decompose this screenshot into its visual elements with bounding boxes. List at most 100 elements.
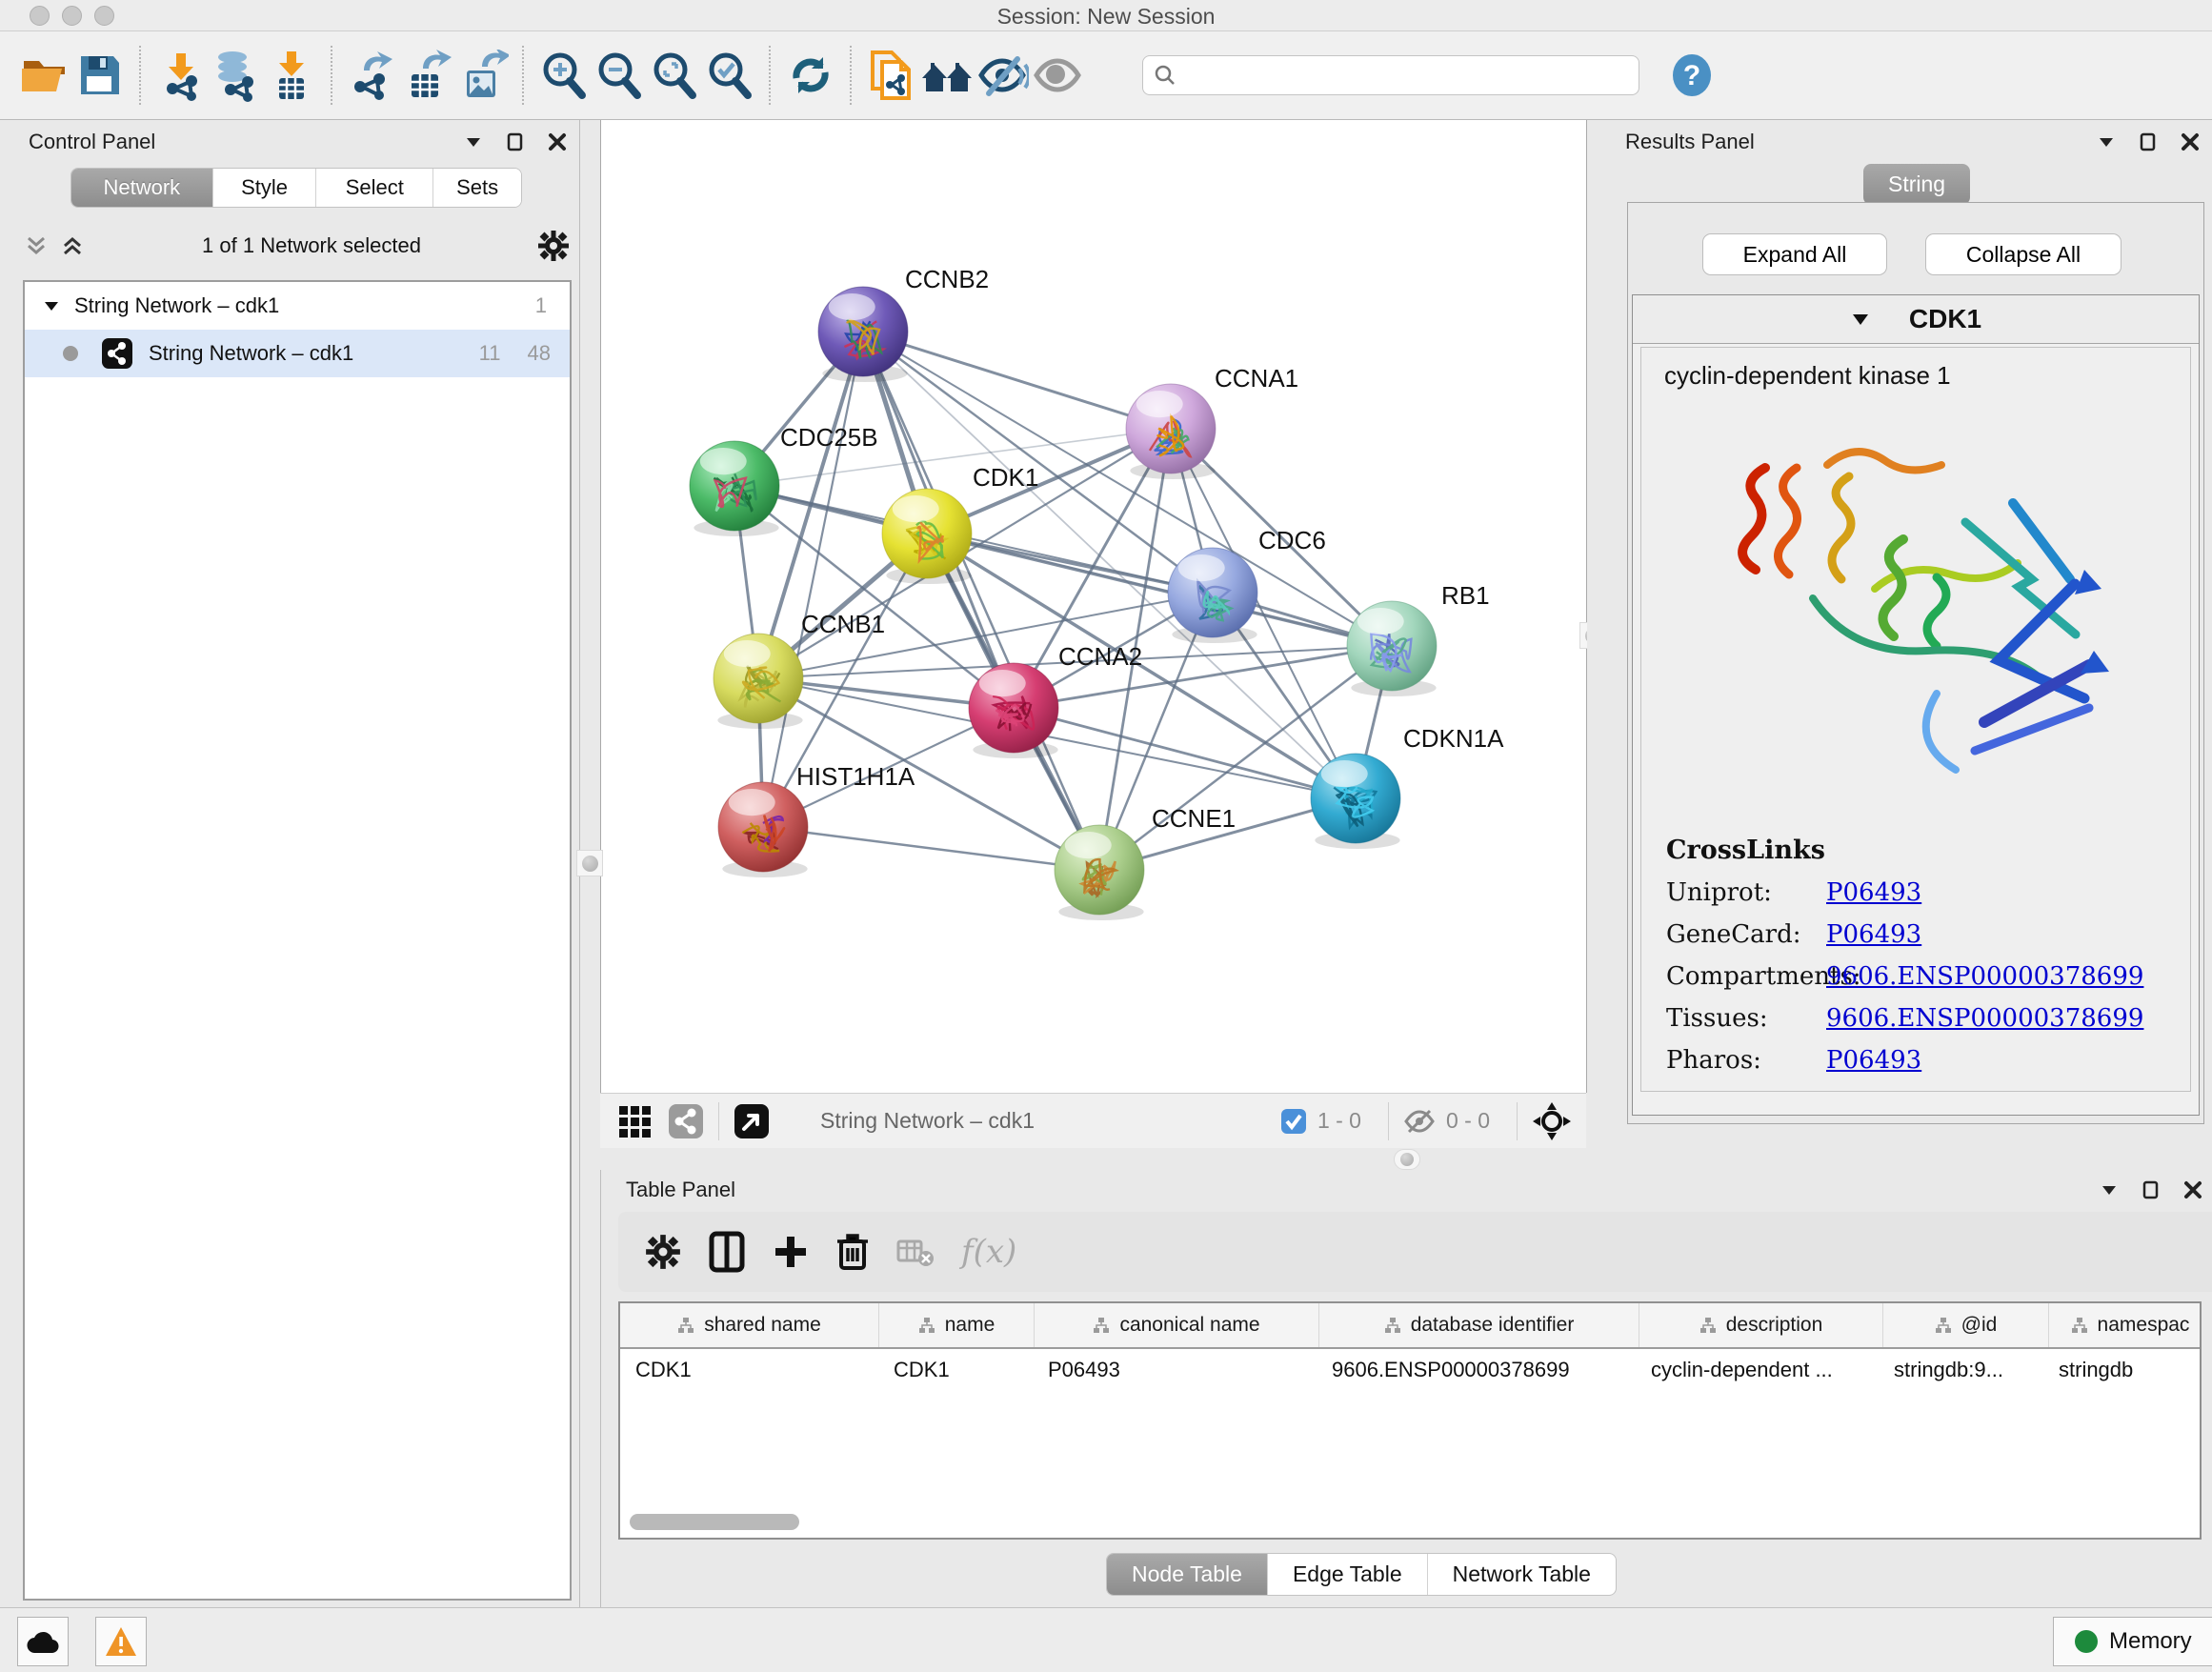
collapse-all-icon[interactable] <box>23 232 50 259</box>
crosslink-value-link[interactable]: P06493 <box>1826 878 1921 907</box>
crosslink-value-link[interactable]: 9606.ENSP00000378699 <box>1826 962 2143 991</box>
add-column-icon[interactable] <box>773 1234 809 1270</box>
zoom-out-icon[interactable] <box>592 48 647 103</box>
panel-menu-icon[interactable] <box>463 131 484 152</box>
birds-eye-view-icon[interactable] <box>1531 1100 1573 1142</box>
export-image-icon[interactable] <box>455 48 511 103</box>
help-icon[interactable]: ? <box>1664 48 1719 103</box>
import-network-icon[interactable] <box>153 48 209 103</box>
crosslink-label: Uniprot: <box>1666 878 1826 907</box>
crosslink-value-link[interactable]: P06493 <box>1826 920 1921 949</box>
zoom-selected-icon[interactable] <box>702 48 757 103</box>
table-row[interactable]: CDK1CDK1P064939606.ENSP00000378699cyclin… <box>620 1349 2200 1391</box>
zoom-in-icon[interactable] <box>536 48 592 103</box>
float-panel-icon[interactable] <box>2138 131 2159 152</box>
network-row-selected[interactable]: String Network – cdk1 11 48 <box>25 330 570 377</box>
export-network-icon[interactable] <box>345 48 400 103</box>
grid-view-icon[interactable] <box>615 1102 654 1140</box>
tab-sets[interactable]: Sets <box>433 169 521 207</box>
import-network-from-database-icon[interactable] <box>209 48 264 103</box>
left-splitter-handle[interactable] <box>576 850 603 876</box>
float-panel-icon[interactable] <box>2141 1179 2162 1200</box>
network-collection-row[interactable]: String Network – cdk1 1 <box>25 282 570 330</box>
close-panel-icon[interactable] <box>2180 131 2201 152</box>
column-header-database-identifier[interactable]: database identifier <box>1319 1303 1639 1347</box>
column-header--id[interactable]: @id <box>1883 1303 2049 1347</box>
memory-status-dot <box>2075 1630 2098 1653</box>
table-cell: CDK1 <box>620 1349 878 1391</box>
hidden-eye-icon <box>1402 1107 1437 1136</box>
column-type-icon <box>677 1317 694 1334</box>
horizontal-splitter-handle[interactable] <box>1394 1149 1420 1170</box>
selected-checkbox-icon[interactable] <box>1279 1107 1308 1136</box>
column-header-namespac[interactable]: namespac <box>2049 1303 2202 1347</box>
tree-expand-icon[interactable] <box>42 296 61 315</box>
network-node-ccna1[interactable]: CCNA1 <box>1126 364 1298 479</box>
node-label-ccnb2: CCNB2 <box>905 265 989 293</box>
network-status-dot <box>63 346 78 361</box>
network-node-hist1h1a[interactable]: HIST1H1A <box>718 762 915 877</box>
tab-edge-table[interactable]: Edge Table <box>1268 1554 1428 1595</box>
collection-count: 1 <box>535 293 547 318</box>
tab-style[interactable]: Style <box>213 169 317 207</box>
export-table-icon[interactable] <box>400 48 455 103</box>
tab-select[interactable]: Select <box>316 169 433 207</box>
crosslink-value-link[interactable]: P06493 <box>1826 1046 1921 1075</box>
entry-collapse-icon[interactable] <box>1850 309 1871 330</box>
network-canvas[interactable]: CCNB2CCNA1CDC25BCDK1CDC6RB1CCNB1CCNA2CDK… <box>600 120 1587 1093</box>
network-edge[interactable] <box>1014 708 1356 798</box>
network-edge[interactable] <box>863 332 1171 429</box>
column-header-description[interactable]: description <box>1639 1303 1883 1347</box>
show-columns-icon[interactable] <box>708 1231 746 1273</box>
collapse-all-button[interactable]: Collapse All <box>1925 233 2122 275</box>
network-edge[interactable] <box>763 827 1099 870</box>
panel-menu-icon[interactable] <box>2096 131 2117 152</box>
first-neighbors-icon[interactable] <box>919 48 975 103</box>
close-panel-icon[interactable] <box>2182 1179 2203 1200</box>
new-network-from-selection-icon[interactable] <box>864 48 919 103</box>
tab-string[interactable]: String <box>1863 164 1970 205</box>
network-edge[interactable] <box>863 332 1392 646</box>
control-panel-tabs: NetworkStyleSelectSets <box>70 168 522 208</box>
hide-selected-icon[interactable] <box>975 48 1030 103</box>
tab-node-table[interactable]: Node Table <box>1107 1554 1268 1595</box>
table-cell: 9606.ENSP00000378699 <box>1317 1349 1636 1391</box>
save-session-icon[interactable] <box>72 48 128 103</box>
network-node-ccne1[interactable]: CCNE1 <box>1055 804 1236 920</box>
zoom-fit-icon[interactable] <box>647 48 702 103</box>
expand-all-button[interactable]: Expand All <box>1702 233 1887 275</box>
network-options-gear-icon[interactable] <box>537 230 570 262</box>
warning-status-button[interactable] <box>95 1617 147 1666</box>
tab-network-table[interactable]: Network Table <box>1428 1554 1616 1595</box>
column-header-canonical-name[interactable]: canonical name <box>1035 1303 1319 1347</box>
refresh-icon[interactable] <box>783 48 838 103</box>
expand-all-icon[interactable] <box>59 232 86 259</box>
search-input[interactable] <box>1177 64 1600 88</box>
tab-network[interactable]: Network <box>71 169 213 207</box>
open-session-icon[interactable] <box>17 48 72 103</box>
network-node-ccnb1[interactable]: CCNB1 <box>714 610 885 729</box>
show-all-icon[interactable] <box>1030 48 1085 103</box>
network-edge[interactable] <box>763 332 863 827</box>
crosslink-label: GeneCard: <box>1666 920 1826 949</box>
column-header-shared-name[interactable]: shared name <box>620 1303 879 1347</box>
network-node-cdkn1a[interactable]: CDKN1A <box>1311 724 1504 849</box>
string-view-icon[interactable] <box>667 1102 705 1140</box>
crosslink-value-link[interactable]: 9606.ENSP00000378699 <box>1826 1004 2143 1033</box>
crosslinks-list: Uniprot:P06493GeneCard:P06493Compartment… <box>1666 878 2190 1075</box>
cloud-icon <box>26 1628 60 1655</box>
close-panel-icon[interactable] <box>547 131 568 152</box>
float-panel-icon[interactable] <box>505 131 526 152</box>
memory-button[interactable]: Memory <box>2053 1617 2212 1666</box>
table-options-gear-icon[interactable] <box>645 1234 681 1270</box>
detach-view-icon[interactable] <box>733 1102 771 1140</box>
horizontal-scrollbar[interactable] <box>630 1514 799 1530</box>
panel-menu-icon[interactable] <box>2099 1179 2120 1200</box>
cloud-status-button[interactable] <box>17 1617 69 1666</box>
network-node-rb1[interactable]: RB1 <box>1347 581 1490 696</box>
table-cell: CDK1 <box>878 1349 1033 1391</box>
entry-header-cdk1[interactable]: CDK1 <box>1633 295 2199 344</box>
import-table-icon[interactable] <box>264 48 319 103</box>
column-header-name[interactable]: name <box>879 1303 1035 1347</box>
delete-column-icon[interactable] <box>835 1232 870 1272</box>
